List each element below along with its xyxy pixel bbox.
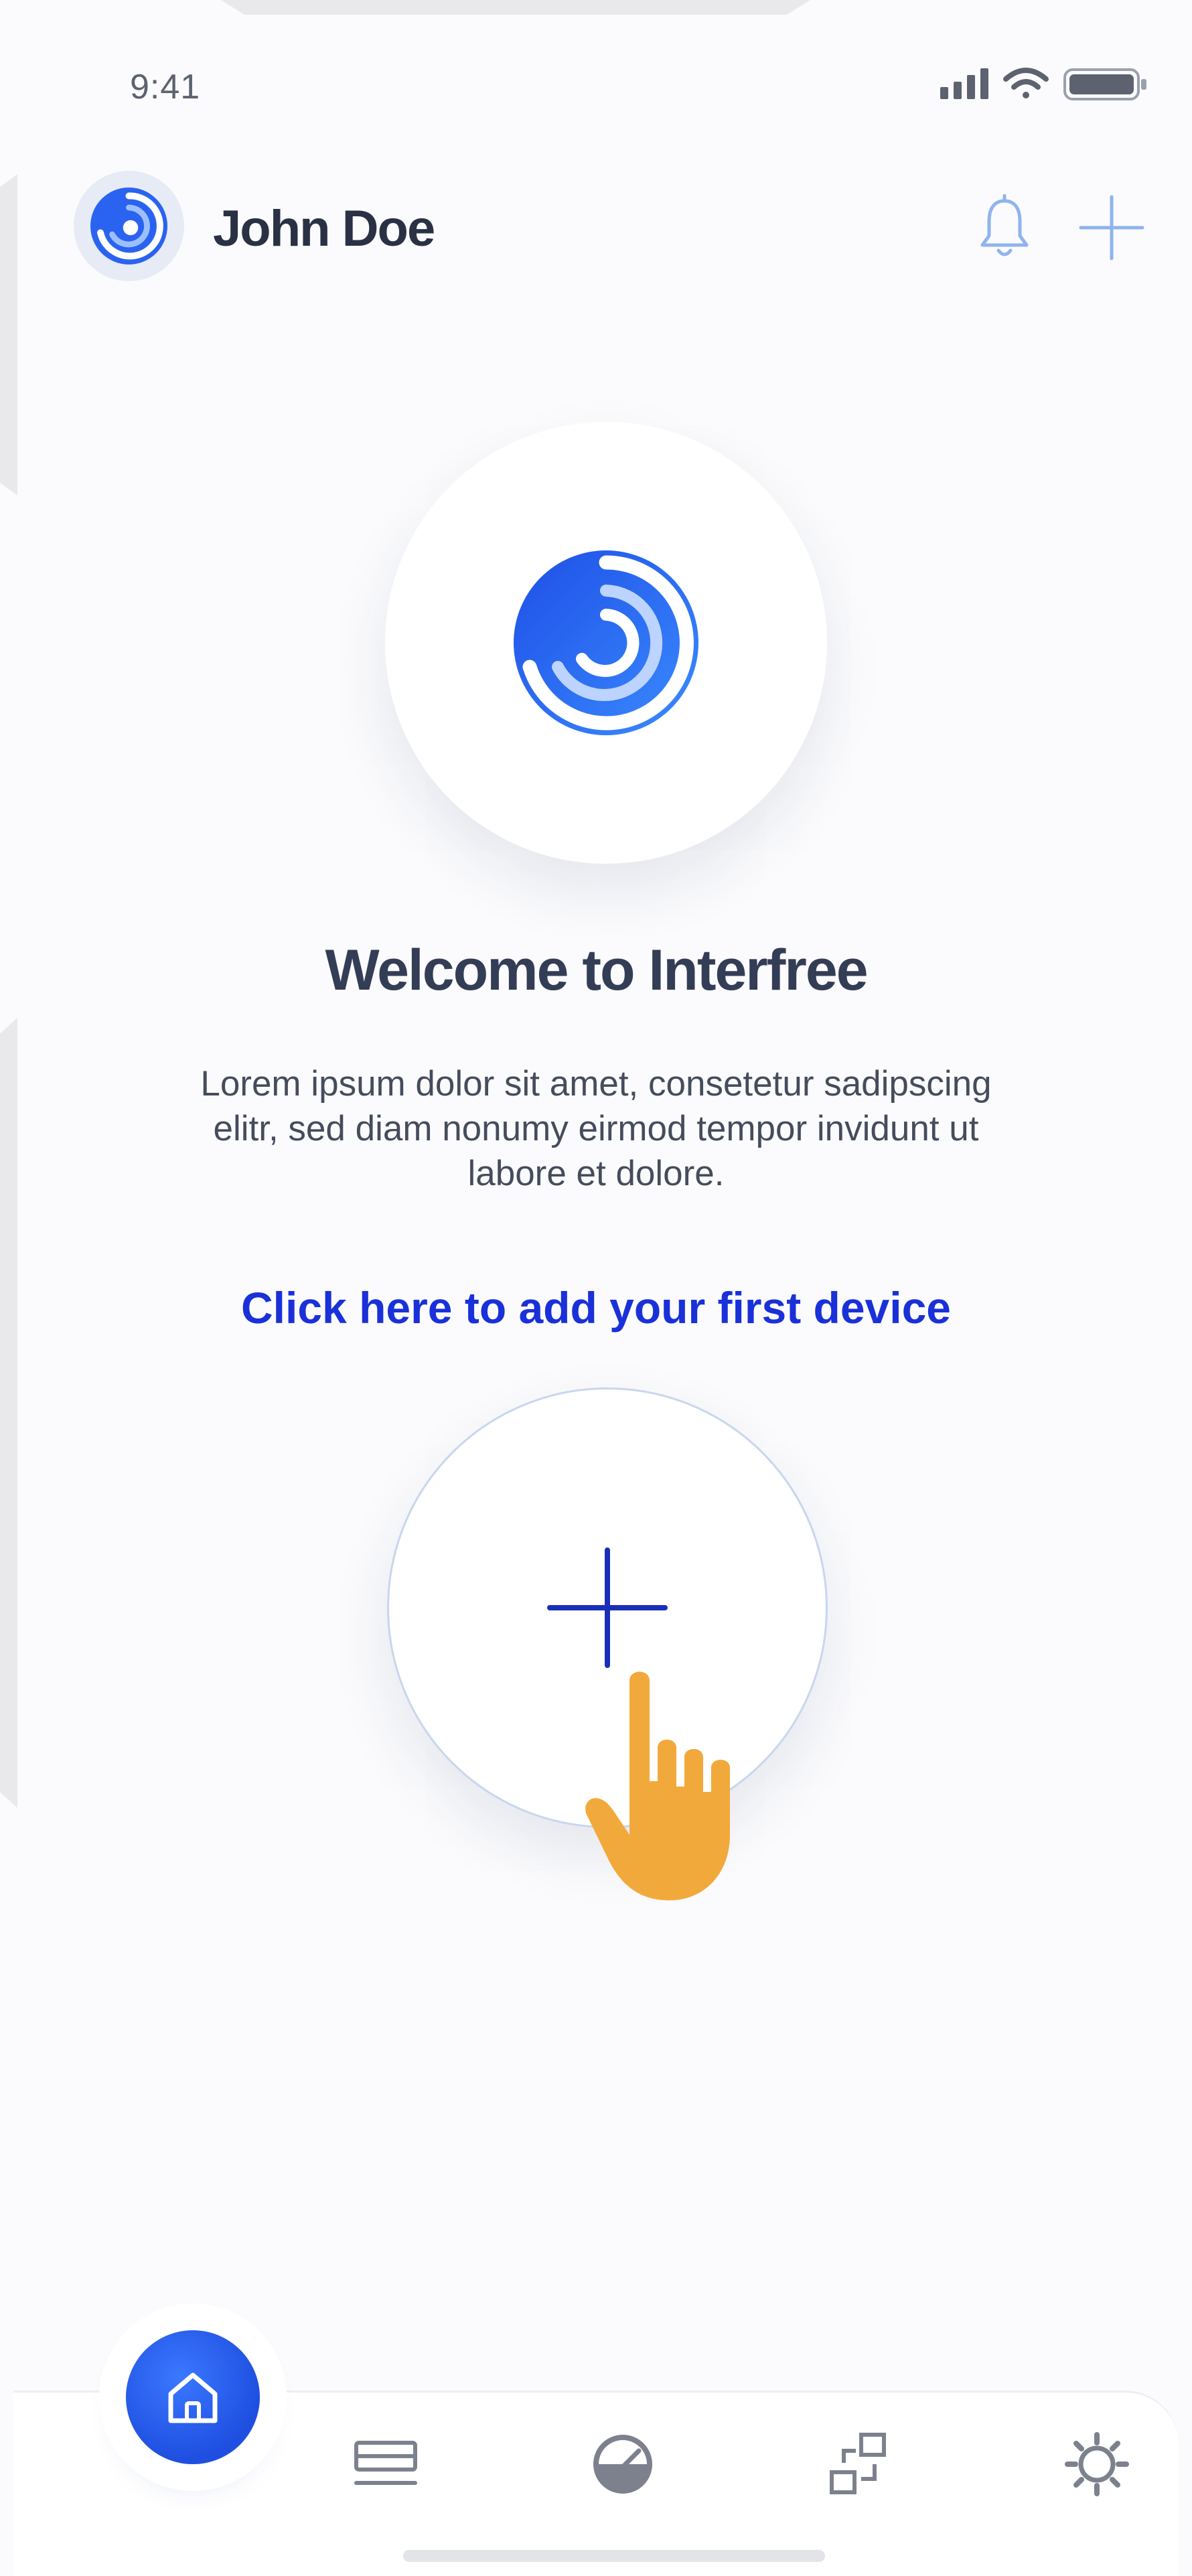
bell-icon: [980, 194, 1029, 256]
app-screen: 9:41 John Doe Welcome to Interfree Lorem…: [0, 0, 1192, 2576]
nav-settings-button[interactable]: [1057, 2424, 1137, 2504]
frame-fragment-top: [221, 0, 810, 15]
swirl-logo-icon: [90, 187, 167, 264]
add-button-header[interactable]: [1071, 187, 1152, 268]
devices-icon: [354, 2441, 417, 2485]
gauge-icon: [593, 2435, 652, 2494]
hand-pointer-icon: [583, 1667, 757, 1912]
swirl-logo-icon: [514, 550, 698, 735]
nav-dashboard-button[interactable]: [583, 2424, 663, 2504]
nav-home-button[interactable]: [126, 2330, 260, 2464]
signal-icon: [940, 68, 988, 99]
nav-devices-button[interactable]: [346, 2424, 426, 2504]
add-first-device-link[interactable]: Click here to add your first device: [0, 1282, 1192, 1333]
frame-fragment-left: [0, 174, 17, 496]
hero-logo-circle: [385, 422, 827, 864]
welcome-title: Welcome to Interfree: [325, 938, 868, 1002]
home-indicator[interactable]: [403, 2550, 825, 2562]
wifi-icon: [1003, 68, 1049, 98]
settings-icon: [1065, 2432, 1129, 2496]
plus-icon: [1079, 195, 1144, 260]
description-line: Lorem ipsum dolor sit amet, consetetur s…: [200, 1064, 992, 1104]
status-icons: [940, 64, 1154, 104]
notifications-button[interactable]: [964, 187, 1045, 268]
avatar[interactable]: [74, 171, 184, 281]
frame-fragment-left-lower: [0, 1018, 17, 1808]
description-line: elitr, sed diam nonumy eirmod tempor inv…: [213, 1109, 979, 1148]
scenes-icon: [830, 2433, 886, 2494]
nav-scenes-button[interactable]: [820, 2424, 900, 2504]
home-icon: [168, 2372, 218, 2423]
status-time: 9:41: [130, 68, 201, 106]
plus-icon: [547, 1547, 668, 1668]
battery-icon: [1063, 68, 1146, 100]
description-line: labore et dolore.: [467, 1154, 725, 1193]
welcome-description: Lorem ipsum dolor sit amet, consetetur s…: [134, 1061, 1058, 1196]
user-name[interactable]: John Doe: [213, 200, 435, 258]
